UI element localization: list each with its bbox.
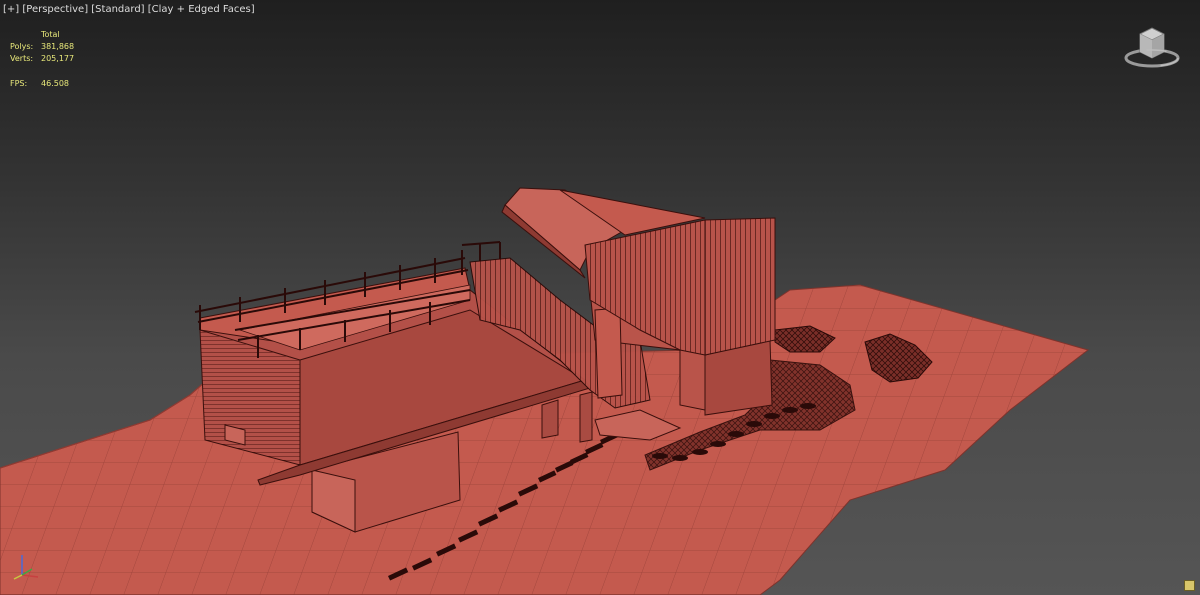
stats-fps-row: FPS: 46.508 [10, 78, 101, 90]
viewport-label: [+] [Perspective] [Standard] [Clay + Edg… [3, 4, 255, 15]
polys-value: 381,868 [41, 42, 75, 51]
viewport-corner-button[interactable] [1184, 580, 1195, 591]
stats-polys-row: Polys: 381,868 [10, 41, 101, 53]
scene-3d-model[interactable] [0, 0, 1200, 595]
polys-label: Polys: [10, 42, 34, 51]
view-type-button[interactable]: [Perspective] [22, 4, 88, 15]
stats-verts-row: Verts: 205,177 [10, 53, 101, 65]
statistics-overlay: Total Polys: 381,868 Verts: 205,177 FPS:… [10, 29, 101, 90]
verts-value: 205,177 [41, 54, 75, 63]
verts-label: Verts: [10, 54, 34, 63]
viewport-perspective[interactable]: [+] [Perspective] [Standard] [Clay + Edg… [0, 0, 1200, 595]
display-mode-button[interactable]: [Clay + Edged Faces] [148, 4, 255, 15]
fps-label: FPS: [10, 79, 28, 88]
fps-value: 46.508 [41, 79, 69, 88]
shading-mode-button[interactable]: [Standard] [91, 4, 144, 15]
stats-header: Total [41, 30, 60, 39]
axis-tripod-icon [13, 555, 39, 580]
viewcube-icon[interactable] [1122, 22, 1182, 70]
viewport-menu-button[interactable]: [+] [3, 4, 19, 15]
